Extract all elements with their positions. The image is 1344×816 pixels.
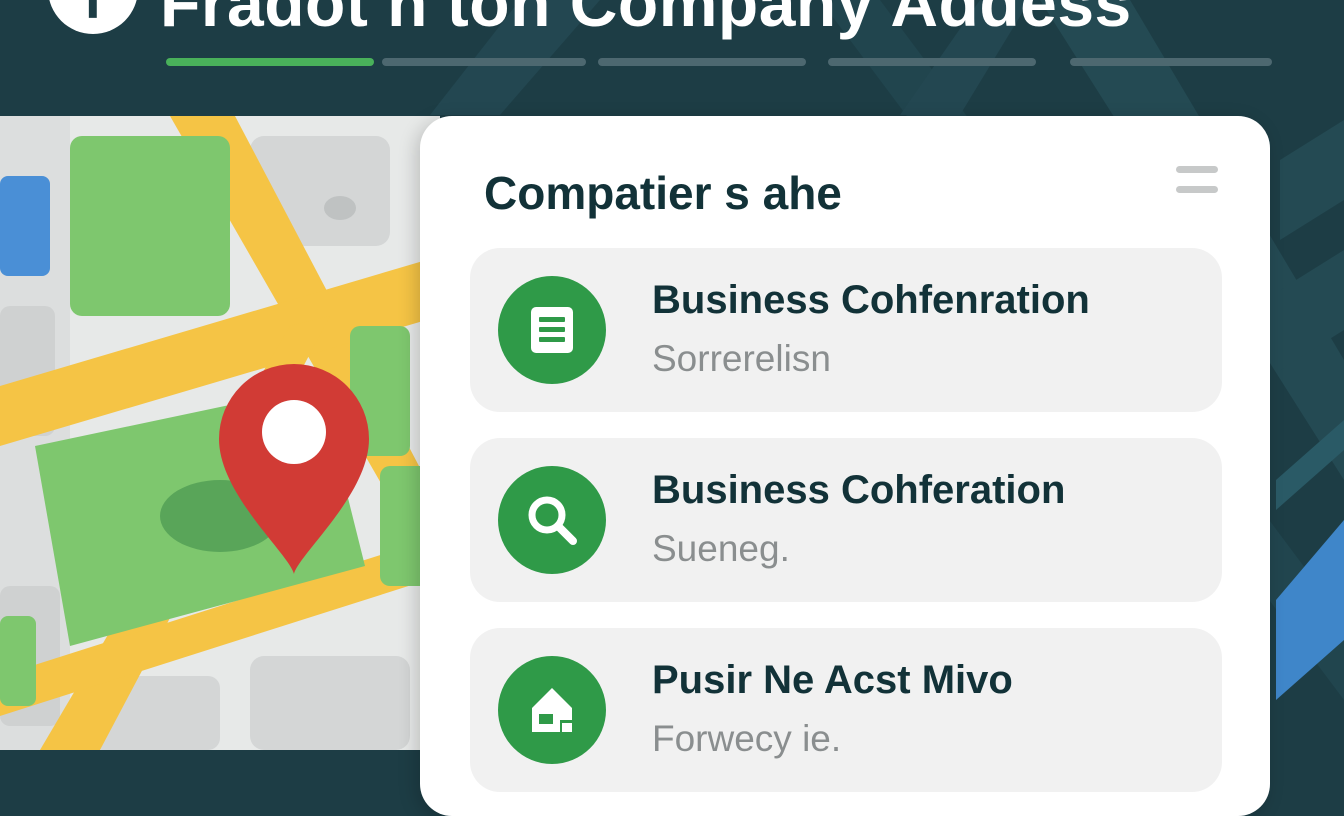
progress-step-3: [598, 58, 806, 66]
step-progress: [0, 58, 1344, 68]
document-icon: [498, 276, 606, 384]
list-item-title: Pusir Ne Acst Mivo: [652, 658, 1013, 702]
company-logo: f: [48, 0, 138, 34]
progress-step-1: [166, 58, 374, 66]
map-view[interactable]: [0, 116, 440, 750]
menu-icon-bar: [1176, 186, 1218, 193]
progress-step-2: [382, 58, 586, 66]
search-icon: [498, 466, 606, 574]
list-item-subtitle: Forwecy ie.: [652, 718, 842, 759]
list-item-business-confirmation[interactable]: Business Cohfenration Sorrerelisn: [470, 248, 1222, 412]
company-panel: Compatier s ahe Business Cohfenration So…: [420, 116, 1270, 816]
list-item-business-address[interactable]: Pusir Ne Acst Mivo Forwecy ie.: [470, 628, 1222, 792]
menu-icon-bar: [1176, 166, 1218, 173]
header: f Fradot n ton Company Addess: [0, 0, 1344, 115]
list-item-title: Business Cohferation: [652, 468, 1066, 512]
logo-glyph: f: [83, 0, 102, 28]
progress-step-4: [828, 58, 1036, 66]
tag-icon: [498, 656, 606, 764]
list-item-subtitle: Sueneg.: [652, 528, 790, 569]
list-item-business-search[interactable]: Business Cohferation Sueneg.: [470, 438, 1222, 602]
list-item-subtitle: Sorrerelisn: [652, 338, 831, 379]
list-item-title: Business Cohfenration: [652, 278, 1090, 322]
page-title: Fradot n ton Company Addess: [160, 0, 1132, 40]
progress-step-5: [1070, 58, 1272, 66]
panel-title: Compatier s ahe: [484, 167, 842, 219]
menu-icon[interactable]: [1176, 166, 1218, 196]
location-pin-icon[interactable]: [219, 364, 369, 574]
